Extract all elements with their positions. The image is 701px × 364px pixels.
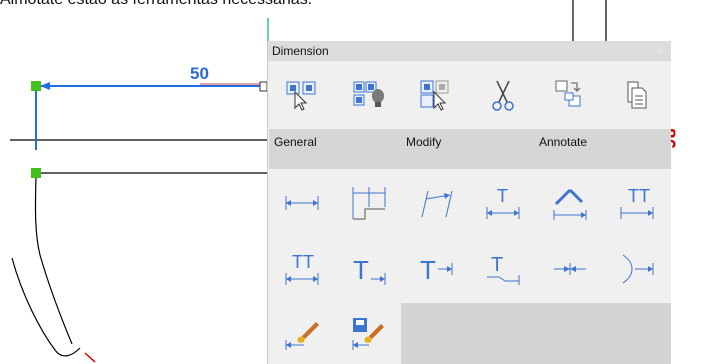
panel-title: Dimension bbox=[268, 41, 671, 61]
text-above-icon[interactable]: T bbox=[470, 171, 536, 235]
double-text-icon[interactable]: TT bbox=[604, 171, 670, 235]
linear-dimension-icon[interactable] bbox=[269, 171, 335, 235]
text-arrow-icon[interactable]: T bbox=[403, 237, 469, 301]
section-modify-label: Modify bbox=[401, 129, 534, 169]
svg-text:T: T bbox=[497, 186, 508, 206]
cut-icon[interactable] bbox=[470, 63, 536, 127]
text-left-icon[interactable]: TT bbox=[269, 237, 335, 301]
dimension-value-label: 50 bbox=[190, 64, 209, 83]
select-dimension-icon[interactable] bbox=[269, 63, 335, 127]
svg-text:T: T bbox=[420, 255, 436, 285]
tolerance-icon[interactable] bbox=[537, 237, 603, 301]
copy-move-icon[interactable] bbox=[537, 63, 603, 127]
text-right-icon[interactable]: T bbox=[336, 237, 402, 301]
dimension-save-icon[interactable] bbox=[336, 303, 402, 364]
aligned-dimension-icon[interactable] bbox=[403, 171, 469, 235]
dimension-toolbar-panel: Dimension × General Modify Annotate T TT bbox=[267, 41, 671, 364]
continue-dimension-icon[interactable] bbox=[336, 171, 402, 235]
svg-text:TT: TT bbox=[292, 252, 314, 272]
angled-text-icon[interactable] bbox=[537, 171, 603, 235]
section-annotate-label: Annotate bbox=[534, 129, 671, 169]
select-dimension-bulb-icon[interactable] bbox=[336, 63, 402, 127]
empty-tool-area bbox=[401, 303, 671, 364]
svg-text:TT: TT bbox=[628, 186, 650, 206]
svg-text:T: T bbox=[353, 255, 369, 285]
dimension-paint-icon[interactable] bbox=[269, 303, 335, 364]
close-icon[interactable]: × bbox=[656, 41, 663, 61]
svg-text:T: T bbox=[491, 254, 503, 276]
arc-arrow-icon[interactable] bbox=[604, 237, 670, 301]
paste-icon[interactable] bbox=[604, 63, 670, 127]
section-general-label: General bbox=[269, 129, 401, 169]
modify-select-icon[interactable] bbox=[403, 63, 469, 127]
text-underline-icon[interactable]: T bbox=[470, 237, 536, 301]
